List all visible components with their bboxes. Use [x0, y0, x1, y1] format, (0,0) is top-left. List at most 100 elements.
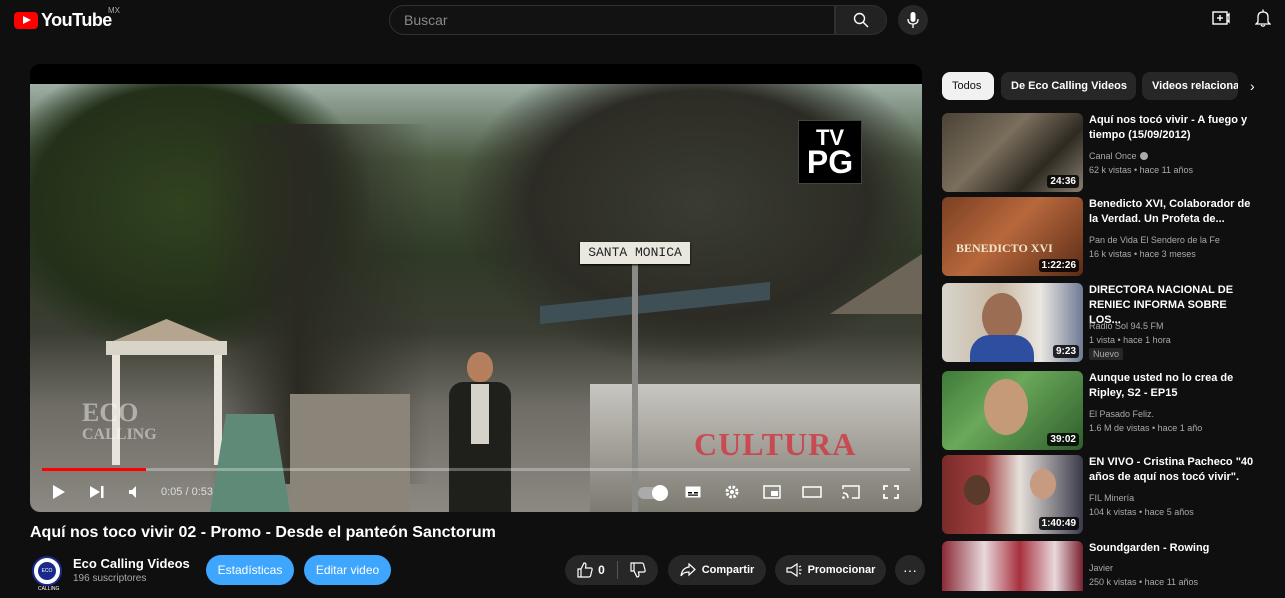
verified-icon	[1139, 152, 1148, 160]
video-thumbnail[interactable]: 39:02	[942, 371, 1083, 450]
duration-badge: 1:22:26	[1038, 259, 1079, 272]
share-button[interactable]: Compartir	[668, 555, 766, 585]
like-button[interactable]: 0	[565, 555, 617, 585]
recommendation-meta: 250 k vistas • hace 11 años	[1089, 577, 1199, 587]
video-title: Aquí nos toco vivir 02 - Promo - Desde e…	[30, 524, 496, 541]
street-sign: SANTA MONICA	[580, 242, 690, 264]
chevron-right-icon[interactable]: ›	[1250, 78, 1255, 94]
fullscreen-icon	[883, 485, 899, 499]
recommendation-channel[interactable]: Javier	[1089, 563, 1113, 573]
promote-label: Promocionar	[807, 564, 876, 576]
edit-video-button[interactable]: Editar video	[304, 555, 391, 585]
volume-icon	[129, 486, 136, 498]
logo-text: YouTube	[41, 10, 112, 30]
subtitles-button[interactable]	[682, 474, 704, 510]
time-display: 0:05 / 0:53	[161, 486, 213, 498]
recommendation-item[interactable]: BENEDICTO XVI 1:22:26 Benedicto XVI, Col…	[942, 197, 1282, 277]
fullscreen-button[interactable]	[880, 474, 902, 510]
create-button[interactable]	[1212, 10, 1230, 31]
search-icon	[853, 12, 869, 28]
thumbnail-caption: BENEDICTO XVI	[956, 241, 1053, 255]
like-count: 0	[598, 563, 605, 577]
chip-related[interactable]: Videos relacionados	[1142, 72, 1238, 100]
recommendation-meta: 1 vista • hace 1 hora	[1089, 335, 1171, 345]
recommendation-title[interactable]: EN VIVO - Cristina Pacheco "40 años de a…	[1089, 455, 1259, 485]
bell-icon	[1254, 9, 1272, 27]
recommendation-channel[interactable]: Radio Sol 94.5 FM	[1089, 321, 1164, 331]
cast-button[interactable]	[840, 474, 862, 510]
subscriber-count: 196 suscriptores	[73, 573, 147, 584]
youtube-logo[interactable]: YouTube MX	[14, 6, 120, 31]
search-input[interactable]	[390, 6, 824, 34]
next-button[interactable]	[86, 474, 108, 510]
duration-badge: 1:40:49	[1038, 517, 1079, 530]
channel-name[interactable]: Eco Calling Videos	[73, 556, 190, 571]
promote-button[interactable]: Promocionar	[775, 555, 886, 585]
video-thumbnail[interactable]: 1:40:49	[942, 455, 1083, 534]
microphone-icon	[907, 12, 919, 28]
create-video-icon	[1212, 11, 1230, 25]
youtube-play-icon	[14, 12, 38, 29]
recommendation-channel[interactable]: Canal Once	[1089, 151, 1148, 161]
gear-icon	[725, 485, 739, 499]
recommendation-title[interactable]: Aquí nos tocó vivir - A fuego y tiempo (…	[1089, 113, 1259, 143]
volume-button[interactable]	[124, 474, 146, 510]
recommendation-meta: 104 k vistas • hace 5 años	[1089, 507, 1194, 517]
player-controls: 0:05 / 0:53	[30, 474, 922, 512]
thumbnail-body	[970, 335, 1034, 362]
recommendation-item[interactable]: 24:36 Aquí nos tocó vivir - A fuego y ti…	[942, 113, 1282, 193]
dislike-button[interactable]	[618, 555, 658, 585]
more-actions-button[interactable]: ···	[895, 555, 925, 585]
video-thumbnail[interactable]: 9:23	[942, 283, 1083, 362]
recommendation-meta: 16 k vistas • hace 3 meses	[1089, 249, 1196, 259]
scene-gazebo	[94, 319, 239, 469]
like-dislike-group: 0	[565, 555, 658, 585]
search-button[interactable]	[835, 5, 887, 35]
video-player[interactable]: SANTA MONICA ECO CALLING CULTURA TV PG 0:…	[30, 64, 922, 512]
recommendation-channel[interactable]: Pan de Vida El Sendero de la Fe	[1089, 235, 1220, 245]
tv-rating-badge: TV PG	[798, 120, 862, 184]
channel-avatar[interactable]: ECO CALLING	[32, 556, 62, 592]
video-thumbnail[interactable]: BENEDICTO XVI 1:22:26	[942, 197, 1083, 276]
autoplay-toggle[interactable]	[638, 485, 668, 501]
theater-icon	[802, 486, 822, 498]
thumbnail-face	[1030, 469, 1056, 499]
progress-fill	[42, 468, 147, 471]
miniplayer-icon	[763, 485, 781, 499]
recommendation-channel[interactable]: El Pasado Feliz.	[1089, 409, 1154, 419]
recommendation-title[interactable]: Benedicto XVI, Colaborador de la Verdad.…	[1089, 197, 1259, 227]
recommendation-item[interactable]: Soundgarden - Rowing Javier 250 k vistas…	[942, 541, 1282, 591]
analytics-button[interactable]: Estadísticas	[206, 555, 294, 585]
miniplayer-button[interactable]	[761, 474, 783, 510]
chip-from-channel[interactable]: De Eco Calling Videos	[1001, 72, 1136, 100]
video-thumbnail[interactable]: 24:36	[942, 113, 1083, 192]
voice-search-button[interactable]	[898, 5, 928, 35]
recommendation-item[interactable]: 9:23 DIRECTORA NACIONAL DE RENIEC INFORM…	[942, 283, 1282, 363]
play-button[interactable]	[48, 474, 70, 510]
theater-mode-button[interactable]	[801, 474, 823, 510]
chip-all[interactable]: Todos	[942, 72, 994, 100]
notifications-button[interactable]	[1254, 9, 1272, 32]
recommendation-title[interactable]: Soundgarden - Rowing	[1089, 541, 1259, 556]
duration-badge: 9:23	[1052, 345, 1079, 358]
recommendation-title[interactable]: Aunque usted no lo crea de Ripley, S2 - …	[1089, 371, 1259, 401]
video-frame[interactable]: SANTA MONICA ECO CALLING CULTURA TV PG	[30, 84, 922, 512]
progress-bar[interactable]	[42, 468, 910, 471]
share-label: Compartir	[701, 564, 755, 576]
new-badge: Nuevo	[1089, 348, 1124, 360]
recommendation-item[interactable]: 1:40:49 EN VIVO - Cristina Pacheco "40 a…	[942, 455, 1282, 535]
search-box	[389, 5, 835, 35]
thumbs-up-icon	[577, 562, 593, 578]
thumbnail-face	[984, 379, 1028, 435]
settings-button[interactable]	[721, 474, 743, 510]
duration-badge: 39:02	[1047, 433, 1079, 446]
recommendation-item[interactable]: 39:02 Aunque usted no lo crea de Ripley,…	[942, 371, 1282, 451]
thumbnail-face	[982, 293, 1022, 341]
subtitles-icon	[685, 486, 701, 498]
recommendation-meta: 62 k vistas • hace 11 años	[1089, 165, 1194, 175]
recommendation-channel[interactable]: FIL Minería	[1089, 493, 1134, 503]
thumbs-down-icon	[630, 562, 646, 578]
video-thumbnail[interactable]	[942, 541, 1083, 591]
duration-badge: 24:36	[1047, 175, 1079, 188]
share-icon	[680, 563, 696, 577]
